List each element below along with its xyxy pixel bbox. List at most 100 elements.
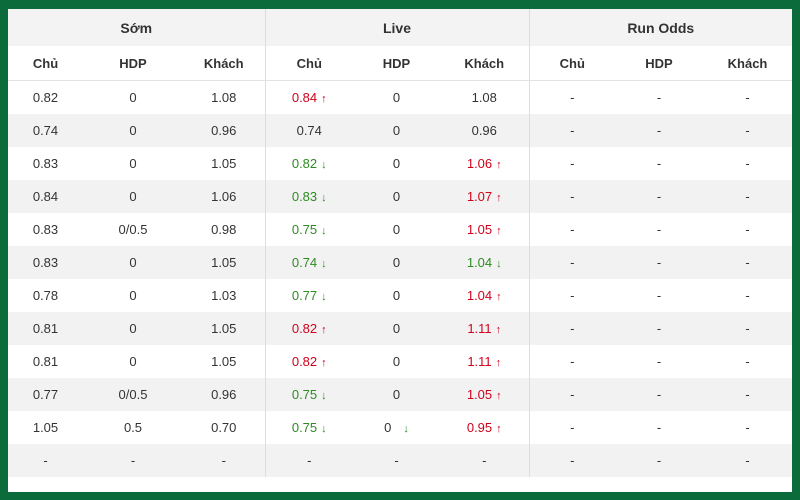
live-hdp-value: 0 xyxy=(392,89,401,105)
table-row: --------- xyxy=(8,443,792,477)
run-home-cell: - xyxy=(528,113,615,147)
table-row: 0.82 0 1.08 0.84 ↑ 0 1.08 - - - xyxy=(8,80,792,114)
run-home-cell: - xyxy=(528,80,615,114)
run-away-cell: - xyxy=(703,311,792,345)
odds-panel: Sớm Live Run Odds Chủ HDP Khách Chủ HDP … xyxy=(8,9,792,492)
early-away-cell: 0.96 xyxy=(183,113,265,147)
col-header-live-hdp: HDP xyxy=(353,46,440,81)
table-row: 0.74 0 0.96 0.74 0 0.96- - - xyxy=(8,113,792,147)
arrow-down-icon: ↓ xyxy=(321,191,327,204)
live-home-cell: 0.74 ↓ xyxy=(264,245,353,279)
run-hdp-cell: - xyxy=(656,353,662,369)
live-home-value: - xyxy=(307,452,312,468)
early-hdp-cell: 0 xyxy=(129,353,137,369)
live-hdp-cell: 0 xyxy=(353,311,440,345)
live-away-cell: 1.06 ↑ xyxy=(440,147,529,180)
early-hdp-cell: 0 xyxy=(129,155,137,171)
run-home-cell: - xyxy=(528,179,615,213)
arrow-up-icon: ↑ xyxy=(321,92,327,105)
live-away-cell: 1.11 ↑ xyxy=(440,311,529,345)
early-hdp-cell: 0 xyxy=(83,179,183,213)
live-hdp-value: 0 xyxy=(392,254,401,270)
col-header-live-home: Chủ xyxy=(264,46,353,81)
early-home-cell: 0.82 xyxy=(32,89,59,105)
table-row: 0.83 0/0.5 0.98 0.75 ↓ 0 1.05 ↑ - - - xyxy=(8,212,792,246)
run-home-cell: - xyxy=(528,146,615,180)
run-home-cell: - xyxy=(528,311,615,345)
early-hdp-cell: - xyxy=(83,443,183,477)
live-away-value: 1.04 xyxy=(466,287,493,303)
early-home-cell: - xyxy=(8,443,83,477)
run-away-cell: - xyxy=(703,179,792,213)
early-hdp-cell: 0/0.5 xyxy=(83,377,183,411)
arrow-up-icon: ↑ xyxy=(496,422,502,435)
early-away-cell: 1.05 xyxy=(211,353,237,369)
live-away-cell: 1.04 ↓ xyxy=(440,245,529,279)
early-hdp-cell: 0.5 xyxy=(123,419,143,435)
run-away-cell: - xyxy=(703,113,792,147)
arrow-up-icon: ↑ xyxy=(496,389,502,402)
early-home-cell: 0.83 xyxy=(32,155,59,171)
run-hdp-cell: - xyxy=(615,443,703,477)
live-away-value: 1.05 xyxy=(466,386,493,402)
live-away-cell: 1.08 xyxy=(440,81,529,114)
live-home-value: 0.75 xyxy=(291,221,318,237)
live-away-cell: 0.95 ↑ xyxy=(440,411,529,444)
run-away-cell: - xyxy=(745,287,750,303)
early-home-cell: 0.78 xyxy=(32,287,59,303)
live-away-value: 1.11 xyxy=(467,320,492,336)
run-home-cell: - xyxy=(528,344,615,378)
early-away-cell: 1.03 xyxy=(211,287,237,303)
col-header-run-hdp: HDP xyxy=(615,46,703,81)
arrow-down-icon: ↓ xyxy=(321,422,327,435)
run-away-cell: - xyxy=(703,377,792,411)
table-row: 0.77 0/0.5 0.96 0.75 ↓ 0 1.05 ↑ - - - xyxy=(8,377,792,411)
table-row: 0.78 0 1.03 0.77 ↓ 0 1.04 ↑ - - - xyxy=(8,278,792,312)
arrow-up-icon: ↑ xyxy=(496,290,502,303)
live-away-cell: 1.05 ↑ xyxy=(440,377,529,411)
run-hdp-cell: - xyxy=(656,221,662,237)
run-away-cell: - xyxy=(703,443,792,477)
run-home-cell: - xyxy=(528,443,615,477)
live-home-value: 0.82 xyxy=(291,320,318,336)
early-home-cell: 0.83 xyxy=(8,245,83,279)
live-hdp-value: 0 xyxy=(392,353,401,369)
run-away-cell: - xyxy=(745,89,750,105)
live-hdp-value: 0 xyxy=(392,320,401,336)
live-away-cell: 1.07 ↑ xyxy=(440,179,529,213)
live-away-cell: 1.11 ↑ xyxy=(440,345,529,378)
live-home-value: 0.84 xyxy=(291,89,318,105)
live-away-cell: 0.96 xyxy=(440,113,529,147)
live-home-value: 0.83 xyxy=(291,188,318,204)
run-away-cell: - xyxy=(745,419,750,435)
run-hdp-cell: - xyxy=(656,155,662,171)
odds-table: Sớm Live Run Odds Chủ HDP Khách Chủ HDP … xyxy=(8,9,792,477)
live-hdp-cell: 0 xyxy=(353,345,440,378)
live-hdp-cell: 0 xyxy=(353,213,440,246)
early-hdp-cell: 0 xyxy=(129,287,137,303)
live-hdp-cell: 0 ↓ xyxy=(353,411,440,444)
live-away-value: 0.95 xyxy=(466,419,493,435)
arrow-up-icon: ↑ xyxy=(496,191,502,204)
early-away-cell: 0.70 xyxy=(211,419,237,435)
early-away-cell: 1.05 xyxy=(211,155,237,171)
live-hdp-value: 0 xyxy=(392,386,401,402)
run-hdp-cell: - xyxy=(615,377,703,411)
live-away-value: 0.96 xyxy=(471,122,497,138)
live-home-value: 0.77 xyxy=(291,287,318,303)
early-home-cell: 0.81 xyxy=(8,311,83,345)
run-home-cell: - xyxy=(528,377,615,411)
table-row: 0.84 0 1.06 0.83 ↓ 0 1.07 ↑ - - - xyxy=(8,179,792,213)
arrow-down-icon: ↓ xyxy=(321,257,327,270)
table-row: 0.81 0 1.05 0.82 ↑ 0 1.11 ↑ - - - xyxy=(8,311,792,345)
col-header-early-home: Chủ xyxy=(8,46,83,81)
early-away-cell: 0.96 xyxy=(183,377,265,411)
arrow-down-icon: ↓ xyxy=(321,224,327,237)
arrow-down-icon: ↓ xyxy=(321,389,327,402)
arrow-up-icon: ↑ xyxy=(321,323,327,336)
table-row: 0.83 0 1.05 0.82 ↓ 0 1.06 ↑ - - - xyxy=(8,146,792,180)
arrow-up-icon: ↑ xyxy=(496,224,502,237)
live-home-cell: 0.83 ↓ xyxy=(264,179,353,213)
early-home-cell: 0.77 xyxy=(8,377,83,411)
early-home-cell: 0.81 xyxy=(32,353,59,369)
